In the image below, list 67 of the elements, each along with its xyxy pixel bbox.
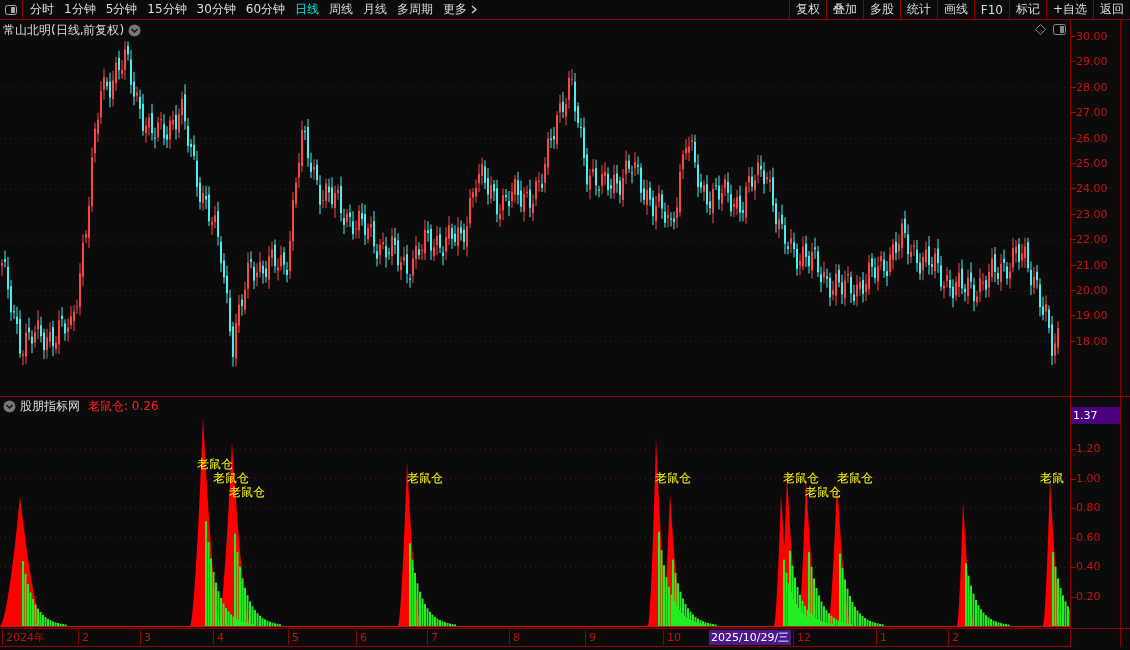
chevron-right-icon — [471, 5, 478, 14]
date-label: 8 — [509, 630, 520, 645]
signal-label: 老鼠仓 — [783, 471, 819, 485]
axis-label: 23.00 — [1076, 206, 1108, 223]
period-tab[interactable]: 多周期 — [392, 0, 439, 19]
axis-label: 26.00 — [1076, 130, 1108, 147]
toolbar-button[interactable]: F10 — [973, 0, 1009, 19]
date-label: 7 — [427, 630, 438, 645]
axis-label: 28.00 — [1076, 79, 1108, 96]
axis-label: 1.00 — [1076, 470, 1101, 487]
toolbar-button[interactable]: 多股 — [862, 0, 900, 19]
date-label: 5 — [288, 630, 299, 645]
panel-icon[interactable] — [1053, 24, 1066, 35]
chart-title: 常山北明(日线,前复权) — [3, 22, 125, 39]
axis-label: 0.60 — [1076, 529, 1101, 546]
period-tab[interactable]: 30分钟 — [191, 0, 241, 19]
indicator-name: 股朋指标网 — [20, 398, 80, 415]
date-label: 2 — [78, 630, 89, 645]
date-label: 1 — [876, 630, 887, 645]
panel-icon — [5, 4, 17, 15]
toolbar-button[interactable]: 统计 — [899, 0, 937, 19]
period-tab[interactable]: 更多 — [438, 0, 483, 19]
axis-label: 18.00 — [1076, 333, 1108, 350]
axis-label: 25.00 — [1076, 156, 1108, 172]
toolbar-button[interactable]: 复权 — [788, 0, 826, 19]
date-label: 10 — [663, 630, 681, 645]
cursor-date-label: 2025/10/29/三 — [709, 630, 792, 645]
axis-label: 20.00 — [1076, 283, 1108, 299]
collapse-icon[interactable] — [3, 400, 16, 413]
period-tab[interactable]: 分时 — [25, 0, 59, 19]
toolbar-button[interactable]: 返回 — [1093, 0, 1130, 19]
axis-label: 19.00 — [1076, 308, 1108, 325]
date-label: 2024年 — [2, 630, 45, 645]
signal-label: 老鼠仓 — [229, 485, 265, 499]
toolbar-button[interactable]: +自选 — [1045, 0, 1093, 19]
toolbar-button[interactable]: 叠加 — [825, 0, 863, 19]
period-tab[interactable]: 周线 — [324, 0, 359, 19]
period-tab[interactable]: 15分钟 — [142, 0, 192, 19]
period-tab[interactable]: 日线 — [290, 0, 325, 19]
axis-label: 1.20 — [1076, 441, 1101, 457]
toolbar-button[interactable]: 标记 — [1008, 0, 1046, 19]
axis-label: 30.00 — [1076, 29, 1108, 45]
period-tab[interactable]: 5分钟 — [100, 0, 143, 19]
toolbar-button[interactable]: 画线 — [936, 0, 974, 19]
date-label: 6 — [356, 630, 367, 645]
axis-label: 29.00 — [1076, 54, 1108, 71]
date-label: 3 — [140, 630, 151, 645]
period-tab[interactable]: 1分钟 — [59, 0, 101, 19]
period-tab[interactable]: 月线 — [358, 0, 393, 19]
axis-label: 21.00 — [1076, 257, 1108, 274]
cursor-value-label: 1.37 — [1071, 407, 1120, 424]
axis-label: 22.00 — [1076, 232, 1108, 249]
date-label: 2 — [948, 630, 959, 645]
indicator-reading: 老鼠仓: 0.26 — [88, 398, 159, 415]
date-label: 4 — [213, 630, 224, 645]
signal-label: 老鼠仓 — [837, 471, 873, 485]
axis-label: 0.20 — [1076, 588, 1101, 605]
axis-label: 27.00 — [1076, 105, 1108, 122]
dropdown-icon[interactable] — [128, 24, 142, 37]
date-label: 9 — [585, 630, 596, 645]
axis-label: 0.80 — [1076, 500, 1101, 516]
axis-label: 24.00 — [1076, 181, 1108, 198]
signal-label: 老鼠 — [1040, 471, 1064, 485]
period-tab[interactable]: 60分钟 — [240, 0, 291, 19]
diamond-icon[interactable] — [1035, 24, 1046, 35]
axis-label: 0.40 — [1076, 559, 1101, 575]
date-label: 12 — [793, 630, 811, 645]
